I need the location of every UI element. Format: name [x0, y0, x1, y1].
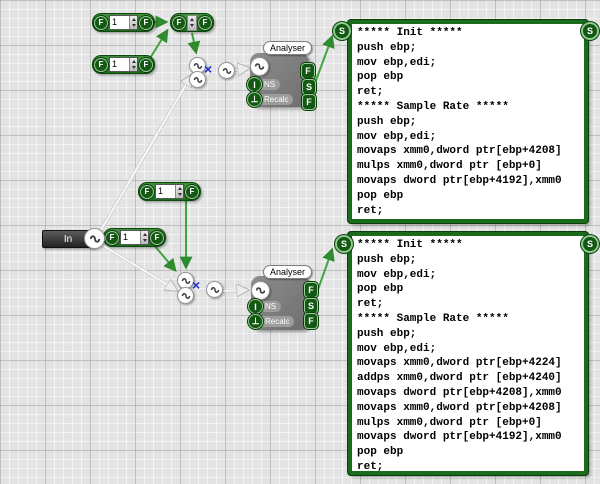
string-out-connector[interactable]: S [581, 22, 599, 40]
stepper-down-icon[interactable] [131, 23, 136, 27]
float-value-input[interactable]: 1 [109, 57, 138, 72]
value-stepper[interactable] [129, 58, 137, 71]
int-port-icon[interactable]: I [247, 77, 262, 92]
stepper-down-icon[interactable] [190, 23, 194, 27]
stepper-up-icon[interactable] [177, 187, 182, 191]
analyser-float-out-port[interactable]: F [301, 63, 315, 79]
float-value: 1 [112, 59, 118, 69]
stepper-down-icon[interactable] [131, 65, 136, 69]
analyser-string-out-port[interactable]: S [302, 79, 316, 95]
analyser-title: Analyser [263, 265, 313, 279]
trigger-port-icon[interactable]: ⊥ [247, 92, 262, 107]
float-node-1[interactable]: F 1 F [92, 13, 155, 32]
stream-icon [193, 62, 202, 69]
analyser-float-out-port[interactable]: F [304, 313, 318, 329]
multiply2-output-port[interactable] [206, 281, 223, 298]
in-node-label: In [63, 233, 73, 245]
float-in-port[interactable]: F [94, 57, 108, 72]
analyser-float-out-port[interactable]: F [304, 282, 318, 298]
stream-icon [181, 277, 190, 284]
float-value-input[interactable]: 1 [155, 184, 184, 199]
combiner-node[interactable]: F F [170, 13, 214, 32]
code-box-1[interactable]: ***** Init ***** push ebp; mov ebp,edi; … [348, 20, 588, 223]
in-stream-out-port[interactable] [84, 228, 105, 249]
stepper-down-icon[interactable] [142, 238, 147, 242]
float-value: 1 [158, 186, 164, 196]
wire-float4-to-multiply2[interactable] [153, 244, 177, 272]
float-node-2[interactable]: F 1 F [92, 55, 155, 74]
float-value: 1 [123, 232, 129, 242]
code-box-2[interactable]: ***** Init ***** push ebp; mov ebp,edi; … [348, 232, 588, 475]
stepper-up-icon[interactable] [131, 60, 136, 64]
float-in-port[interactable]: F [94, 15, 108, 30]
string-out-connector[interactable]: S [581, 235, 599, 253]
value-stepper[interactable] [187, 14, 197, 31]
analyser-int-port[interactable]: I NS [248, 299, 282, 314]
float-out-port[interactable]: F [198, 15, 212, 30]
float-in-port[interactable]: F [105, 230, 119, 245]
int-port-icon[interactable]: I [248, 299, 263, 314]
float-value-input[interactable]: 1 [109, 15, 138, 30]
float-node-4[interactable]: F 1 F [103, 228, 166, 247]
stream-icon [222, 67, 231, 74]
analyser-title: Analyser [263, 41, 313, 55]
value-stepper[interactable] [140, 231, 148, 244]
analyser-trigger-port[interactable]: ⊥ Recalc [248, 314, 295, 329]
multiply1-output-port[interactable] [218, 62, 235, 79]
multiply-operator-icon[interactable]: × [204, 62, 212, 76]
analyser-trigger-port[interactable]: ⊥ Recalc [247, 92, 294, 107]
stepper-down-icon[interactable] [177, 192, 182, 196]
schematic-canvas[interactable]: F 1 F F F F 1 F F 1 F F 1 F In × × Analy… [0, 0, 600, 484]
float-value: 1 [112, 17, 118, 27]
multiply-operator-icon[interactable]: × [192, 278, 200, 292]
analyser-stream-in-port[interactable] [251, 281, 270, 300]
code-text[interactable]: ***** Init ***** push ebp; mov ebp,edi; … [352, 24, 584, 220]
stream-icon [254, 63, 265, 70]
analyser-string-out-port[interactable]: S [304, 298, 318, 314]
string-in-connector[interactable]: S [333, 22, 351, 40]
float-out-port[interactable]: F [150, 230, 164, 245]
stream-icon [193, 76, 202, 83]
float-in-port[interactable]: F [140, 184, 154, 199]
float-out-port[interactable]: F [139, 15, 153, 30]
stream-icon [181, 292, 190, 299]
stream-icon [255, 287, 266, 294]
analyser-int-port[interactable]: I NS [247, 77, 281, 92]
float-in-port[interactable]: F [172, 15, 186, 30]
stepper-up-icon[interactable] [190, 18, 194, 22]
float-node-3[interactable]: F 1 F [138, 182, 201, 201]
code-text[interactable]: ***** Init ***** push ebp; mov ebp,edi; … [352, 236, 584, 477]
string-in-connector[interactable]: S [335, 235, 353, 253]
analyser-stream-in-port[interactable] [250, 57, 269, 76]
float-value-input[interactable]: 1 [120, 230, 149, 245]
stream-icon [89, 234, 100, 243]
wire-analyser1-to-codebox1[interactable] [314, 34, 335, 84]
stream-icon [210, 286, 219, 293]
wire-combiner-to-multiply1[interactable] [187, 32, 201, 55]
stepper-up-icon[interactable] [142, 233, 147, 237]
trigger-port-icon[interactable]: ⊥ [248, 314, 263, 329]
stepper-up-icon[interactable] [131, 18, 136, 22]
wire-multiply2-to-analyser2[interactable] [220, 290, 247, 291]
analyser-float-out-port[interactable]: F [302, 94, 316, 110]
float-out-port[interactable]: F [139, 57, 153, 72]
wire-in-to-multiply2[interactable] [101, 244, 176, 290]
value-stepper[interactable] [129, 16, 137, 29]
float-out-port[interactable]: F [185, 184, 199, 199]
value-stepper[interactable] [175, 185, 183, 198]
wire-in-to-multiply1[interactable] [100, 76, 191, 231]
